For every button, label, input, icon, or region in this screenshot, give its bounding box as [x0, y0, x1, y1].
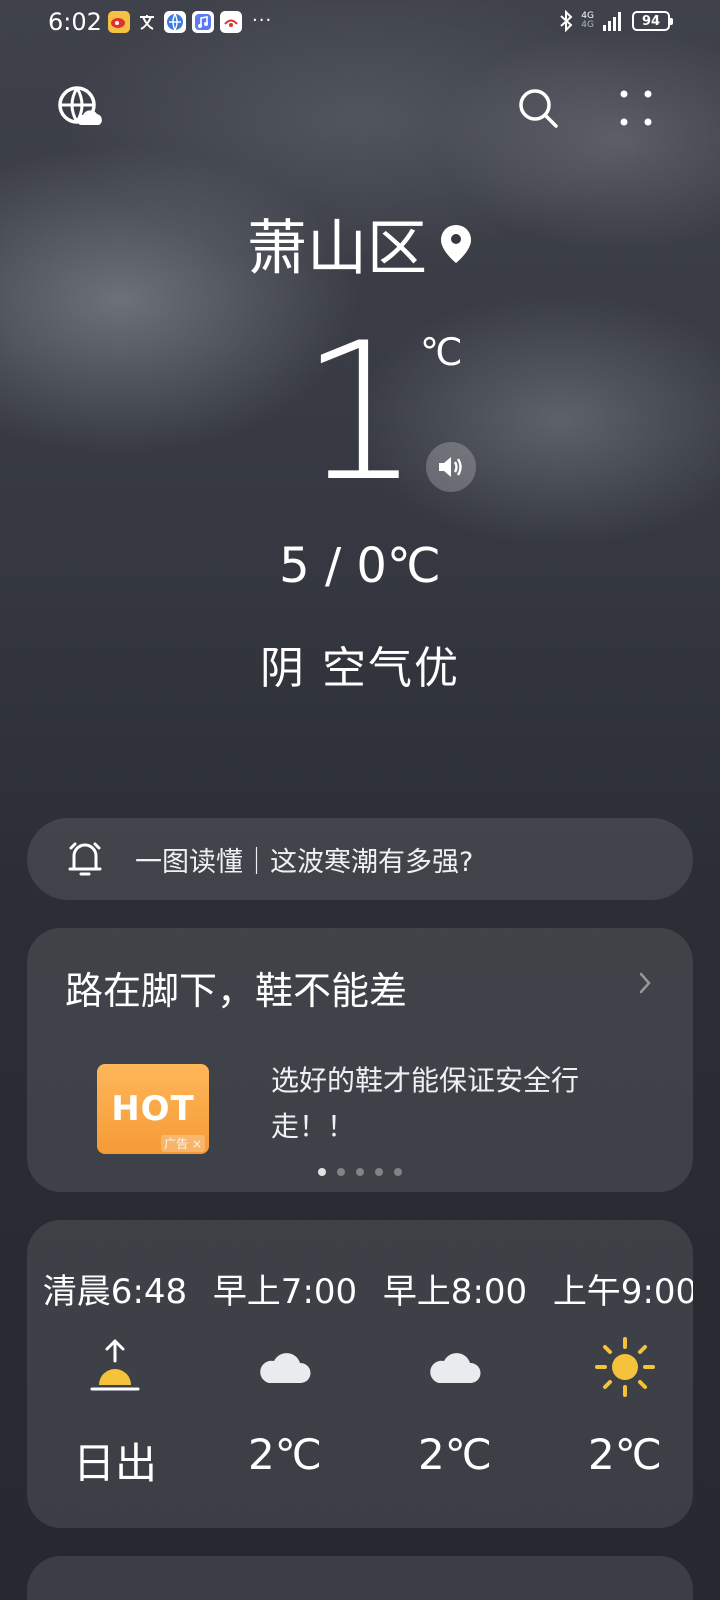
- status-time: 6:02: [48, 8, 102, 36]
- sun-icon: [587, 1334, 663, 1400]
- more-dots-icon: [620, 90, 652, 126]
- network-bottom: 4G: [581, 20, 594, 30]
- carousel-dot: [356, 1168, 364, 1176]
- weibo-icon: [108, 11, 130, 33]
- hour-item: 清晨6:48 日出: [27, 1220, 205, 1528]
- hour-time: 清晨6:48: [42, 1272, 188, 1312]
- carousel-dot: [337, 1168, 345, 1176]
- temp-range: 5 / 0℃: [279, 538, 441, 594]
- ad-tag[interactable]: 广告 ×: [161, 1135, 205, 1152]
- sina-icon: [220, 11, 242, 33]
- location-pin-icon: [441, 224, 471, 263]
- hour-item: 上午9:00 2℃: [535, 1220, 693, 1528]
- status-right: 4G 4G 94: [559, 10, 673, 32]
- sunrise-icon: [77, 1334, 153, 1400]
- carousel-dot: [394, 1168, 402, 1176]
- search-icon: [519, 89, 558, 128]
- hour-item: 早上7:00 2℃: [195, 1220, 375, 1528]
- hour-value: 2℃: [588, 1430, 662, 1479]
- speaker-icon: [439, 457, 462, 477]
- bell-icon: [65, 839, 105, 879]
- weather-condition[interactable]: 阴 空气优: [0, 632, 720, 696]
- status-more: ···: [252, 10, 273, 31]
- alert-text: 一图读懂｜这波寒潮有多强?: [135, 846, 474, 878]
- cloud-icon: [417, 1334, 493, 1400]
- temperature-unit: ℃: [420, 330, 463, 374]
- hourly-forecast[interactable]: 清晨6:48 日出 早上7:00 2℃ 早上8:00 2℃ 上午9:00 2℃: [27, 1220, 693, 1528]
- current-temp: 1 ℃: [0, 318, 720, 508]
- bluetooth-icon: [560, 10, 573, 32]
- hot-badge[interactable]: HOT 广告 ×: [97, 1064, 209, 1154]
- city-manage-button[interactable]: [56, 84, 104, 132]
- ad-title: 路在脚下，鞋不能差: [65, 969, 408, 1013]
- status-app-icons: ···: [108, 11, 272, 33]
- search-button[interactable]: [514, 84, 562, 132]
- carousel-dot: [375, 1168, 383, 1176]
- network-type: 4G 4G: [581, 12, 594, 30]
- city-row[interactable]: 萧山区: [0, 200, 720, 287]
- more-menu-button[interactable]: [612, 84, 660, 132]
- voice-broadcast-button[interactable]: [426, 442, 476, 492]
- hot-badge-text: HOT: [111, 1089, 195, 1129]
- chevron-right-icon[interactable]: [633, 968, 657, 998]
- hour-value: 2℃: [418, 1430, 492, 1479]
- next-card[interactable]: [27, 1556, 693, 1600]
- hour-value: 日出: [72, 1439, 157, 1488]
- battery-level: 94: [641, 13, 661, 29]
- hour-value: 2℃: [248, 1430, 322, 1479]
- hour-time: 早上8:00: [382, 1272, 528, 1312]
- status-bar: 6:02 ··· 4G 4G 94: [0, 0, 720, 46]
- cloud-icon: [247, 1334, 323, 1400]
- hour-item: 早上8:00 2℃: [365, 1220, 545, 1528]
- hour-time: 早上7:00: [212, 1272, 358, 1312]
- carousel-dot: [318, 1168, 326, 1176]
- signal-icon: [603, 12, 621, 31]
- translate-icon: [136, 11, 158, 33]
- carousel-dots: [27, 1168, 693, 1176]
- hour-time: 上午9:00: [552, 1272, 693, 1312]
- ad-description: 选好的鞋才能保证安全行走！！: [271, 1064, 580, 1143]
- city-name[interactable]: 萧山区: [247, 200, 427, 287]
- ad-card[interactable]: 路在脚下，鞋不能差 HOT 广告 × 选好的鞋才能保证安全行走！！: [27, 928, 693, 1192]
- music-icon: [192, 11, 214, 33]
- battery-icon: 94: [632, 11, 673, 31]
- globe-cloud-icon: [58, 86, 102, 125]
- browser-icon: [164, 11, 186, 33]
- temperature-value: 1: [300, 302, 421, 523]
- alert-banner[interactable]: 一图读懂｜这波寒潮有多强?: [27, 818, 693, 900]
